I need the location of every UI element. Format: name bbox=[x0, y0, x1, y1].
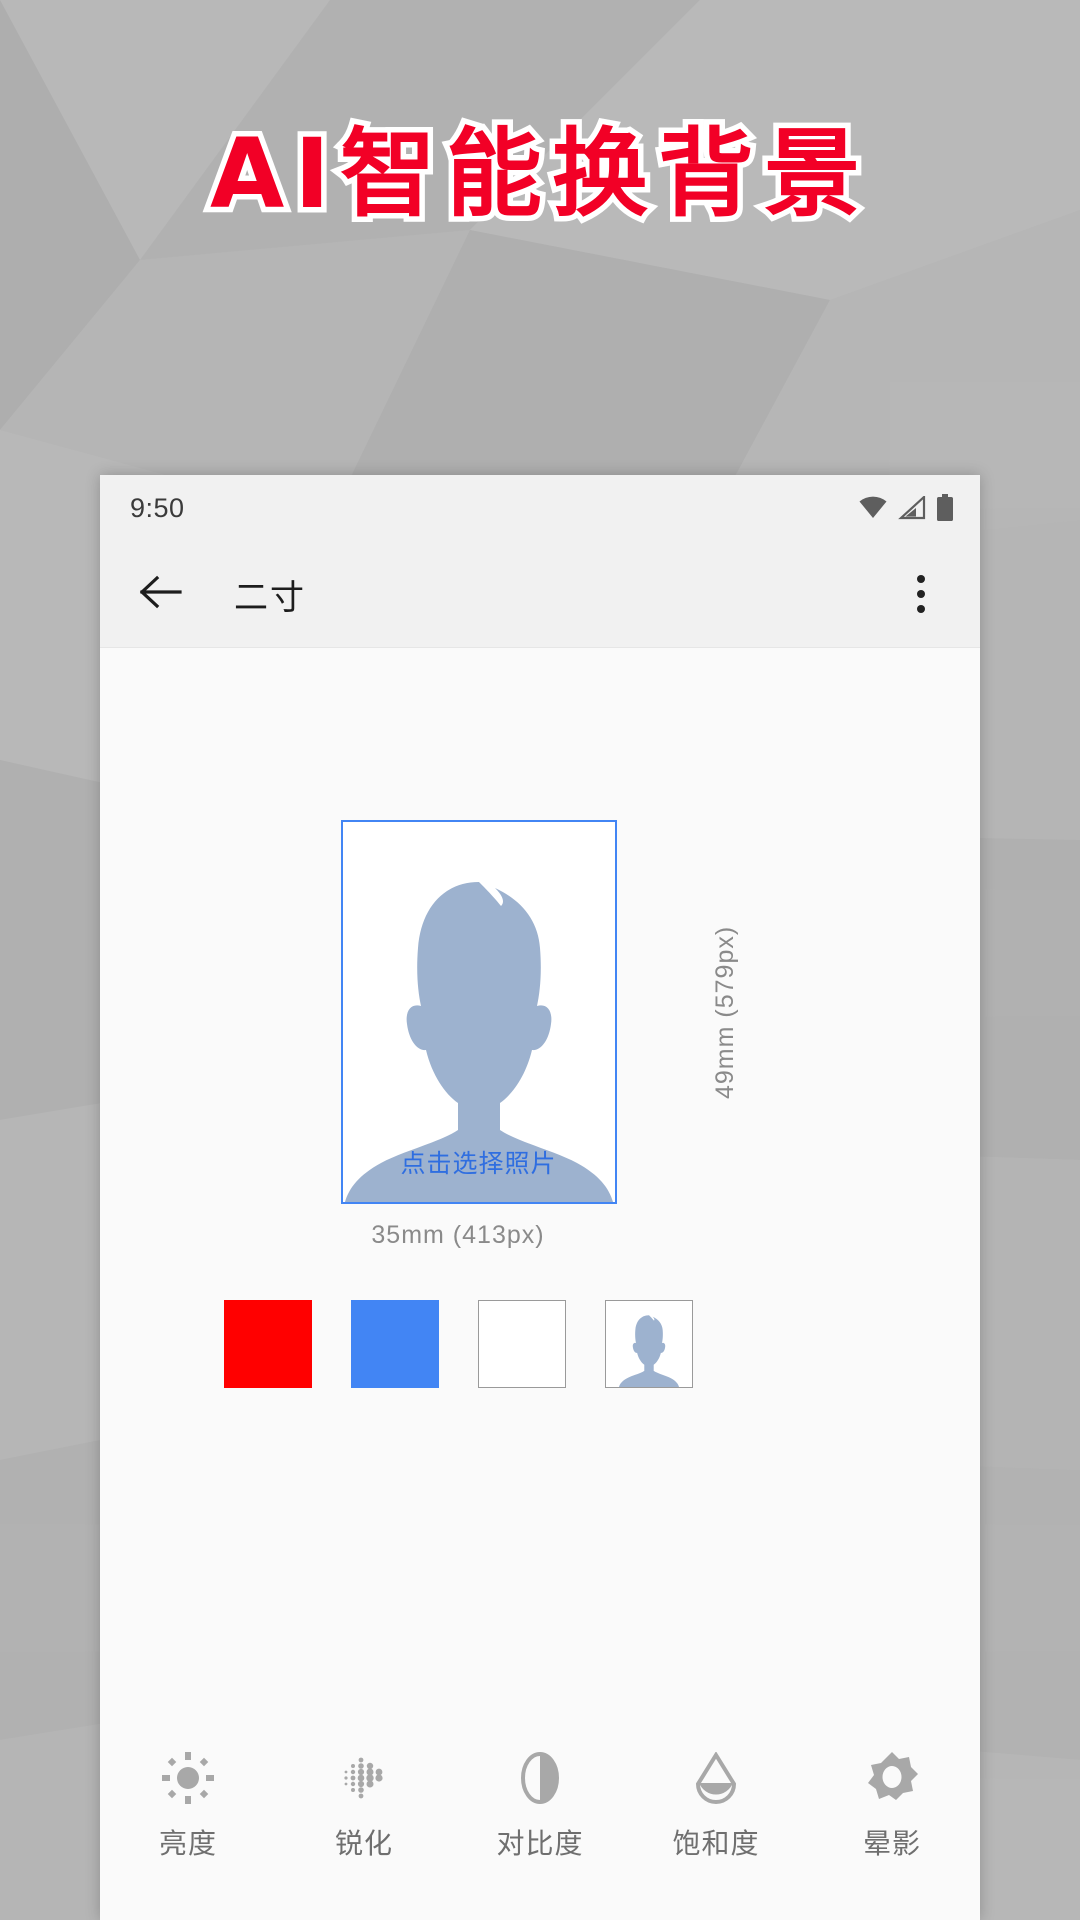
swatch-blue[interactable] bbox=[350, 1300, 439, 1388]
cellular-signal-icon bbox=[898, 496, 926, 520]
adjust-toolbar: 亮度 锐化 对比度 饱和度 晕影 bbox=[100, 1728, 980, 1920]
vignette-icon bbox=[866, 1752, 918, 1804]
tool-label: 晕影 bbox=[862, 1828, 921, 1859]
sharpen-icon bbox=[338, 1752, 390, 1804]
tool-label: 亮度 bbox=[158, 1828, 217, 1859]
overflow-menu-button[interactable] bbox=[890, 563, 952, 625]
swatch-white[interactable] bbox=[477, 1300, 566, 1388]
brightness-icon bbox=[162, 1752, 214, 1804]
swatch-red[interactable] bbox=[223, 1300, 312, 1388]
saturation-icon bbox=[690, 1752, 742, 1804]
overflow-menu-icon-dot bbox=[917, 590, 925, 598]
pick-photo-label: 点击选择照片 bbox=[400, 1150, 557, 1178]
back-arrow-icon bbox=[139, 575, 182, 614]
app-bar: 二寸 bbox=[100, 541, 980, 648]
page-title: 二寸 bbox=[234, 578, 306, 617]
tool-label: 饱和度 bbox=[672, 1828, 760, 1859]
tool-sharpen[interactable]: 锐化 bbox=[276, 1752, 452, 1862]
background-color-swatches bbox=[223, 1300, 693, 1388]
status-bar: 9:50 bbox=[100, 475, 980, 541]
status-icons bbox=[858, 494, 954, 522]
phone-screenshot: 9:50 二寸 点击选择照片 49mm (579px) 35mm (413px)… bbox=[100, 475, 980, 1920]
swatch-original-photo[interactable] bbox=[604, 1300, 693, 1388]
promo-headline: AI智能换背景 bbox=[204, 112, 870, 235]
photo-height-label: 49mm (579px) bbox=[710, 925, 739, 1099]
photo-frame-row: 点击选择照片 49mm (579px) bbox=[340, 820, 740, 1204]
wifi-icon bbox=[858, 496, 888, 520]
tool-label: 对比度 bbox=[496, 1828, 584, 1859]
tool-label: 锐化 bbox=[334, 1828, 393, 1859]
photo-width-label: 35mm (413px) bbox=[371, 1221, 545, 1249]
back-button[interactable] bbox=[130, 563, 192, 625]
overflow-menu-icon bbox=[917, 575, 925, 583]
tool-contrast[interactable]: 对比度 bbox=[452, 1752, 628, 1862]
person-silhouette-thumb-icon bbox=[612, 1313, 686, 1387]
status-time: 9:50 bbox=[130, 492, 185, 523]
overflow-menu-icon-dot bbox=[917, 605, 925, 613]
photo-placeholder-frame[interactable]: 点击选择照片 bbox=[340, 820, 617, 1204]
editor-content: 点击选择照片 49mm (579px) 35mm (413px) 亮度 锐化 对… bbox=[100, 648, 980, 1920]
battery-icon bbox=[936, 494, 954, 522]
tool-saturation[interactable]: 饱和度 bbox=[628, 1752, 804, 1862]
tool-brightness[interactable]: 亮度 bbox=[100, 1752, 276, 1862]
tool-vignette[interactable]: 晕影 bbox=[804, 1752, 980, 1862]
contrast-icon bbox=[514, 1752, 566, 1804]
